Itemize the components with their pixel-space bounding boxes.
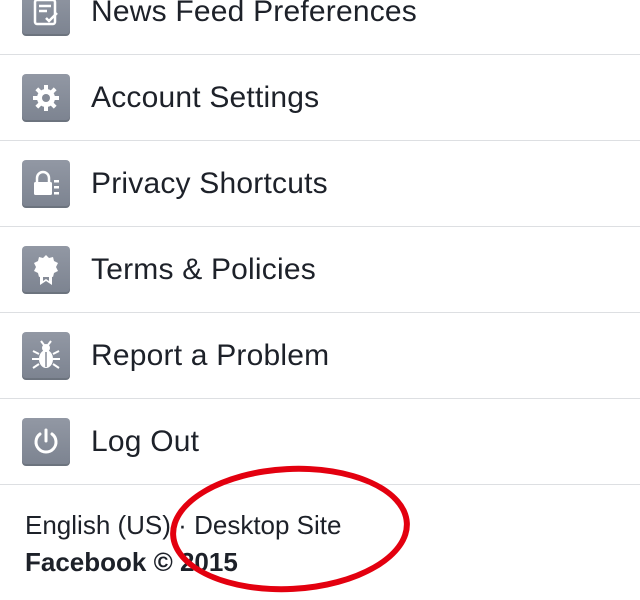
menu-item-account-settings[interactable]: Account Settings [0,55,640,141]
bug-icon [22,331,70,380]
menu-item-label: Terms & Policies [91,252,316,286]
badge-ribbon-icon [22,245,70,294]
menu-item-terms-policies[interactable]: Terms & Policies [0,227,640,313]
menu-item-label: Report a Problem [91,338,330,372]
menu-item-label: Privacy Shortcuts [91,166,328,200]
gear-icon [22,73,70,122]
menu-item-privacy-shortcuts[interactable]: Privacy Shortcuts [0,141,640,227]
privacy-lock-icon [22,159,70,208]
settings-menu: News Feed Preferences Account Settings P… [0,0,640,485]
power-icon [22,417,70,466]
menu-item-report-problem[interactable]: Report a Problem [0,313,640,399]
news-feed-icon [22,0,70,36]
language-link[interactable]: English (US) [25,510,171,540]
menu-item-news-feed-preferences[interactable]: News Feed Preferences [0,0,640,55]
menu-item-label: Log Out [91,424,200,458]
menu-item-label: Account Settings [91,80,320,114]
menu-item-label: News Feed Preferences [91,0,418,28]
